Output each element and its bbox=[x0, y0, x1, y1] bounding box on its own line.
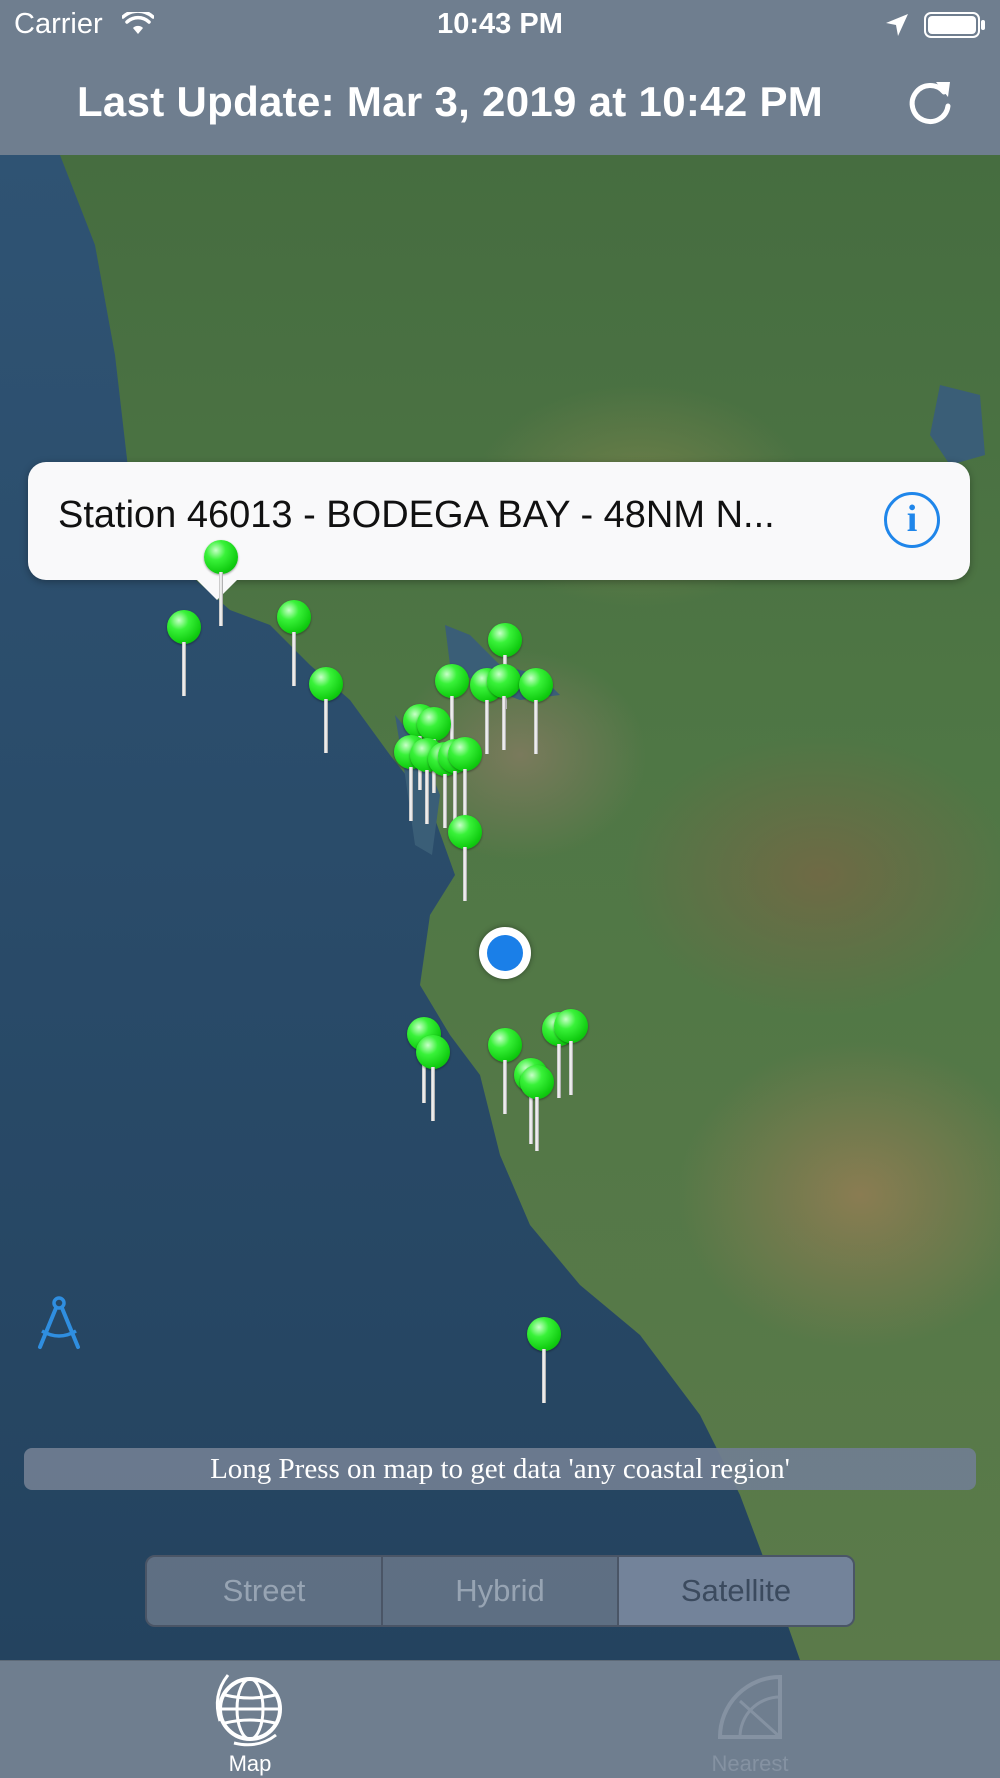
user-location-marker bbox=[479, 927, 531, 979]
title-row: Last Update: Mar 3, 2019 at 10:42 PM bbox=[0, 70, 1000, 140]
map-view[interactable]: Station 46013 - BODEGA BAY - 48NM N... i bbox=[0, 155, 1000, 1660]
station-pin[interactable] bbox=[308, 667, 344, 753]
segment-hybrid[interactable]: Hybrid bbox=[383, 1557, 619, 1625]
navigation-header: Carrier 10:43 PM Last Update: Mar 3, 201… bbox=[0, 0, 1000, 155]
tab-nearest[interactable]: Nearest bbox=[500, 1661, 1000, 1778]
drafting-compass-icon[interactable] bbox=[34, 1295, 84, 1351]
segment-satellite[interactable]: Satellite bbox=[619, 1557, 853, 1625]
map-ocean bbox=[0, 155, 985, 1660]
last-update-title: Last Update: Mar 3, 2019 at 10:42 PM bbox=[76, 78, 824, 125]
station-pin[interactable] bbox=[166, 610, 202, 696]
protractor-icon bbox=[717, 1674, 782, 1739]
map-type-segmented-control[interactable]: Street Hybrid Satellite bbox=[145, 1555, 855, 1627]
station-pin[interactable] bbox=[447, 737, 483, 823]
tab-map[interactable]: Map bbox=[0, 1661, 500, 1778]
station-pin[interactable] bbox=[415, 1035, 451, 1121]
info-icon[interactable]: i bbox=[884, 492, 940, 548]
location-arrow-icon bbox=[886, 14, 908, 36]
status-bar: Carrier 10:43 PM bbox=[0, 0, 1000, 50]
station-pin[interactable] bbox=[518, 668, 554, 754]
segment-street[interactable]: Street bbox=[147, 1557, 383, 1625]
station-pin[interactable] bbox=[203, 540, 239, 626]
status-time: 10:43 PM bbox=[437, 8, 563, 40]
long-press-hint: Long Press on map to get data 'any coast… bbox=[24, 1448, 976, 1490]
station-pin[interactable] bbox=[276, 600, 312, 686]
user-location-dot bbox=[487, 935, 523, 971]
tab-bar: Map Nearest bbox=[0, 1660, 1000, 1778]
refresh-icon[interactable] bbox=[900, 70, 960, 138]
station-pin[interactable] bbox=[447, 815, 483, 901]
globe-icon bbox=[215, 1674, 282, 1747]
battery-icon bbox=[924, 12, 985, 38]
station-pin[interactable] bbox=[486, 664, 522, 750]
callout-title: Station 46013 - BODEGA BAY - 48NM N... bbox=[58, 494, 775, 536]
station-pin[interactable] bbox=[553, 1009, 589, 1095]
station-pin[interactable] bbox=[519, 1065, 555, 1151]
tab-map-label: Map bbox=[228, 1751, 272, 1776]
tab-nearest-label: Nearest bbox=[711, 1751, 789, 1776]
station-callout[interactable]: Station 46013 - BODEGA BAY - 48NM N... i bbox=[28, 462, 970, 580]
station-pin[interactable] bbox=[526, 1317, 562, 1403]
